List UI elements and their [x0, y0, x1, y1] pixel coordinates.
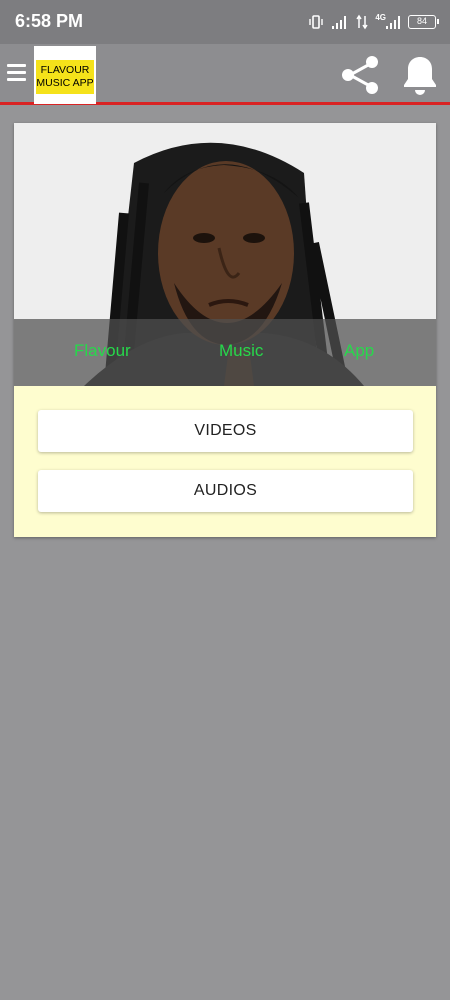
caption-word-app: App — [344, 341, 375, 360]
videos-button[interactable]: VIDEOS — [38, 410, 413, 452]
caption-word-flavour: Flavour — [74, 341, 131, 360]
logo-line-2: MUSIC APP — [36, 77, 94, 89]
status-time: 6:58 PM — [15, 11, 84, 31]
caption-word-music: Music — [219, 341, 264, 360]
app-toolbar: FLAVOUR MUSIC APP — [0, 44, 450, 105]
main-card: Flavour Music App VIDEOS AUDIOS — [14, 123, 436, 537]
data-arrows-icon — [356, 14, 368, 30]
app-logo: FLAVOUR MUSIC APP — [34, 46, 96, 104]
signal-icon — [385, 14, 401, 30]
network-type-label: 4G — [375, 12, 386, 22]
signal-icon — [331, 14, 349, 30]
hero-caption-overlay: Flavour Music App — [14, 319, 436, 386]
share-icon[interactable] — [338, 53, 382, 102]
battery-icon: 84 — [408, 15, 439, 29]
hero-photo: Flavour Music App — [14, 123, 436, 386]
status-bar: 6:58 PM 4G 84 — [0, 0, 450, 44]
status-icons: 4G 84 — [308, 12, 439, 32]
logo-line-1: FLAVOUR — [40, 64, 90, 76]
vibrate-icon — [308, 14, 324, 30]
bell-icon[interactable] — [401, 53, 439, 102]
menu-icon[interactable] — [7, 62, 27, 84]
app-logo-text: FLAVOUR MUSIC APP — [36, 60, 94, 94]
audios-button[interactable]: AUDIOS — [38, 470, 413, 512]
